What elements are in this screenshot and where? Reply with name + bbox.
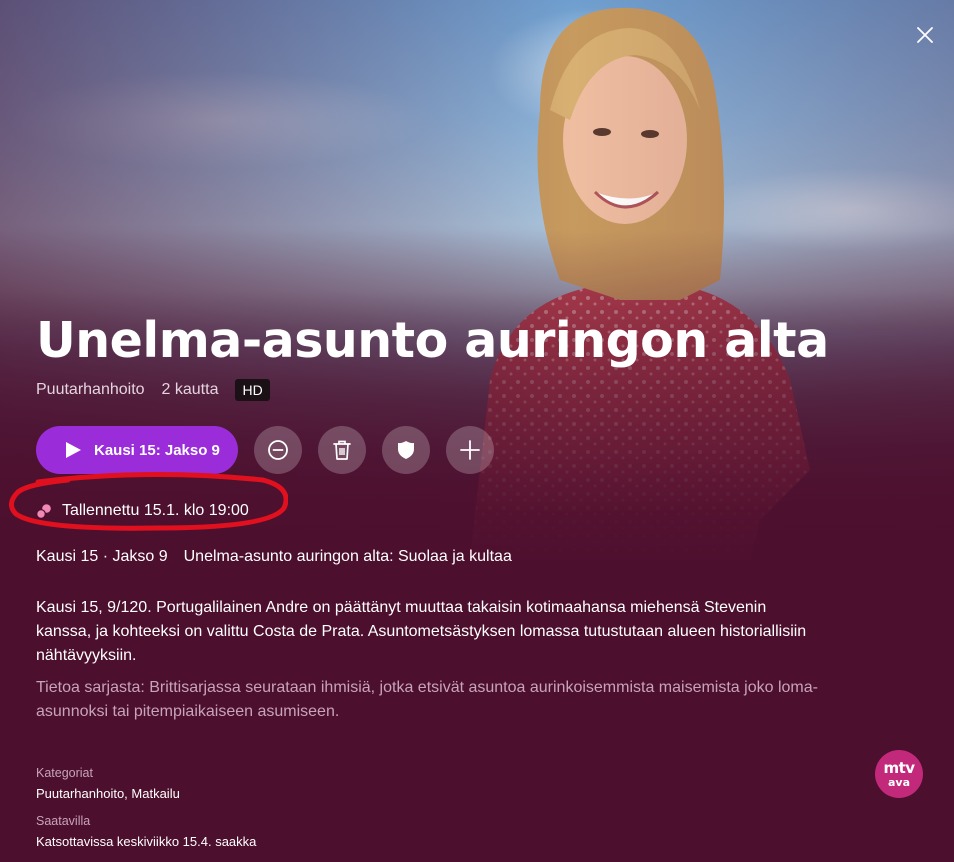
channel-logo-line1: mtv: [883, 758, 915, 777]
protect-recording-button[interactable]: [382, 426, 430, 474]
recording-status: Tallennettu 15.1. klo 19:00: [36, 500, 249, 522]
program-detail-view: Unelma-asunto auringon alta Puutarhanhoi…: [0, 0, 954, 862]
shield-icon: [398, 441, 414, 459]
episode-heading: Kausi 15 · Jakso 9 Unelma-asunto auringon…: [36, 548, 512, 566]
channel-logo-line2: ava: [887, 775, 911, 789]
trash-icon: [333, 440, 351, 460]
availability-count: 2 kautta: [161, 381, 219, 398]
delete-recording-button[interactable]: [318, 426, 366, 474]
recording-status-text: Tallennettu 15.1. klo 19:00: [62, 502, 249, 519]
action-bar: Kausi 15: Jakso 9: [36, 426, 494, 474]
availability-label: Saatavilla: [36, 814, 91, 828]
series-info: Tietoa sarjasta: Brittisarjassa seurataa…: [36, 679, 818, 720]
channel-logo: mtv ava: [875, 750, 923, 798]
program-title: Unelma-asunto auringon alta: [36, 312, 829, 369]
categories-value: Puutarhanhoito, Matkailu: [36, 786, 180, 801]
close-button[interactable]: [912, 22, 938, 48]
episode-title: Unelma-asunto auringon alta: Suolaa ja k…: [183, 548, 512, 565]
genre-label: Puutarhanhoito: [36, 381, 145, 398]
season-episode: Kausi 15 · Jakso 9: [36, 548, 168, 565]
close-icon: [917, 27, 933, 43]
program-meta: Puutarhanhoito 2 kautta HD: [36, 378, 270, 402]
plus-icon: [460, 440, 480, 460]
availability-value: Katsottavissa keskiviikko 15.4. saakka: [36, 834, 257, 849]
recording-icon: [36, 503, 52, 519]
play-episode-label: Kausi 15: Jakso 9: [94, 441, 220, 459]
episode-description: Kausi 15, 9/120. Portugalilainen Andre o…: [36, 599, 807, 664]
categories-label: Kategoriat: [36, 766, 93, 780]
remove-from-list-button[interactable]: [254, 426, 302, 474]
add-to-list-button[interactable]: [446, 426, 494, 474]
hd-badge: HD: [235, 379, 270, 401]
play-icon: [64, 441, 82, 459]
minus-circle-icon: [268, 440, 288, 460]
play-episode-button[interactable]: Kausi 15: Jakso 9: [36, 426, 238, 474]
